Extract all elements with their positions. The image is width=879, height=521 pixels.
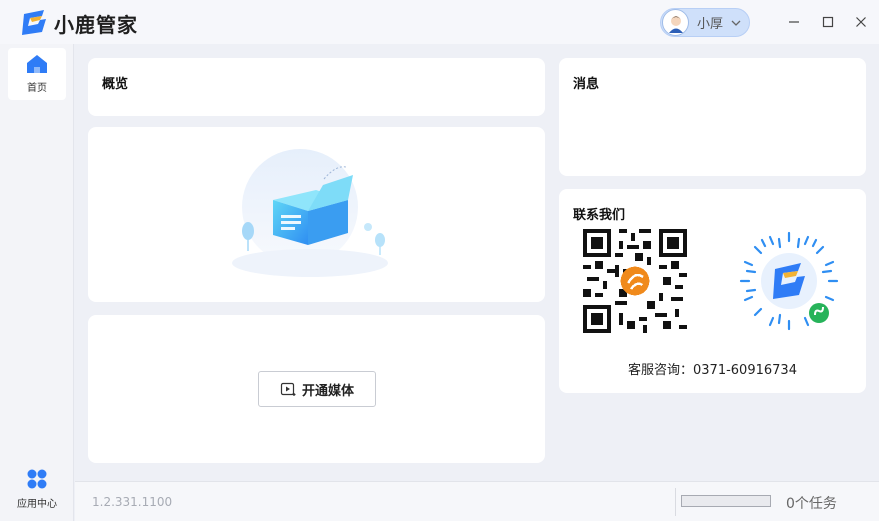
overview-card: 概览 bbox=[88, 58, 545, 116]
sidebar: 首页 应用中心 bbox=[0, 44, 74, 521]
maximize-icon bbox=[822, 16, 834, 28]
minimize-button[interactable] bbox=[784, 12, 804, 32]
mini-program-code bbox=[737, 229, 841, 333]
home-icon bbox=[27, 55, 47, 73]
sidebar-item-app-center[interactable]: 应用中心 bbox=[8, 464, 66, 514]
sidebar-item-label: 应用中心 bbox=[17, 499, 57, 510]
close-icon bbox=[856, 17, 866, 27]
wechat-qr-code bbox=[583, 229, 687, 333]
empty-box-illustration bbox=[232, 149, 388, 277]
status-bar: 1.2.331.1100 0个任务 bbox=[75, 481, 879, 521]
messages-card: 消息 bbox=[559, 58, 866, 176]
media-card: 开通媒体 bbox=[88, 315, 545, 463]
open-media-label: 开通媒体 bbox=[301, 383, 354, 399]
contact-title: 联系我们 bbox=[573, 208, 626, 223]
user-menu[interactable]: 小厚 bbox=[660, 8, 750, 37]
sidebar-item-home[interactable]: 首页 bbox=[8, 48, 66, 100]
close-button[interactable] bbox=[851, 12, 871, 32]
app-title: 小鹿管家 bbox=[54, 13, 138, 37]
apps-icon bbox=[27, 469, 47, 489]
task-count[interactable]: 0个任务 bbox=[786, 493, 837, 513]
overview-title: 概览 bbox=[102, 77, 129, 92]
divider bbox=[675, 488, 676, 516]
video-play-icon bbox=[280, 382, 296, 396]
title-bar: 小鹿管家 小厚 bbox=[0, 0, 879, 44]
minimize-icon bbox=[789, 21, 799, 23]
app-logo-icon bbox=[22, 10, 46, 35]
maximize-button[interactable] bbox=[818, 12, 838, 32]
task-progress-bar bbox=[681, 495, 771, 507]
open-media-button[interactable]: 开通媒体 bbox=[258, 371, 376, 407]
contact-card: 联系我们 客服咨询：0371-60916734 bbox=[559, 189, 866, 393]
overview-empty-state bbox=[88, 127, 545, 302]
customer-service-hotline: 客服咨询：0371-60916734 bbox=[628, 363, 797, 378]
chevron-down-icon bbox=[731, 20, 741, 26]
version-label: 1.2.331.1100 bbox=[92, 495, 173, 509]
sidebar-item-label: 首页 bbox=[27, 83, 47, 94]
user-name: 小厚 bbox=[697, 17, 724, 32]
avatar bbox=[662, 9, 689, 36]
messages-title: 消息 bbox=[573, 77, 600, 92]
